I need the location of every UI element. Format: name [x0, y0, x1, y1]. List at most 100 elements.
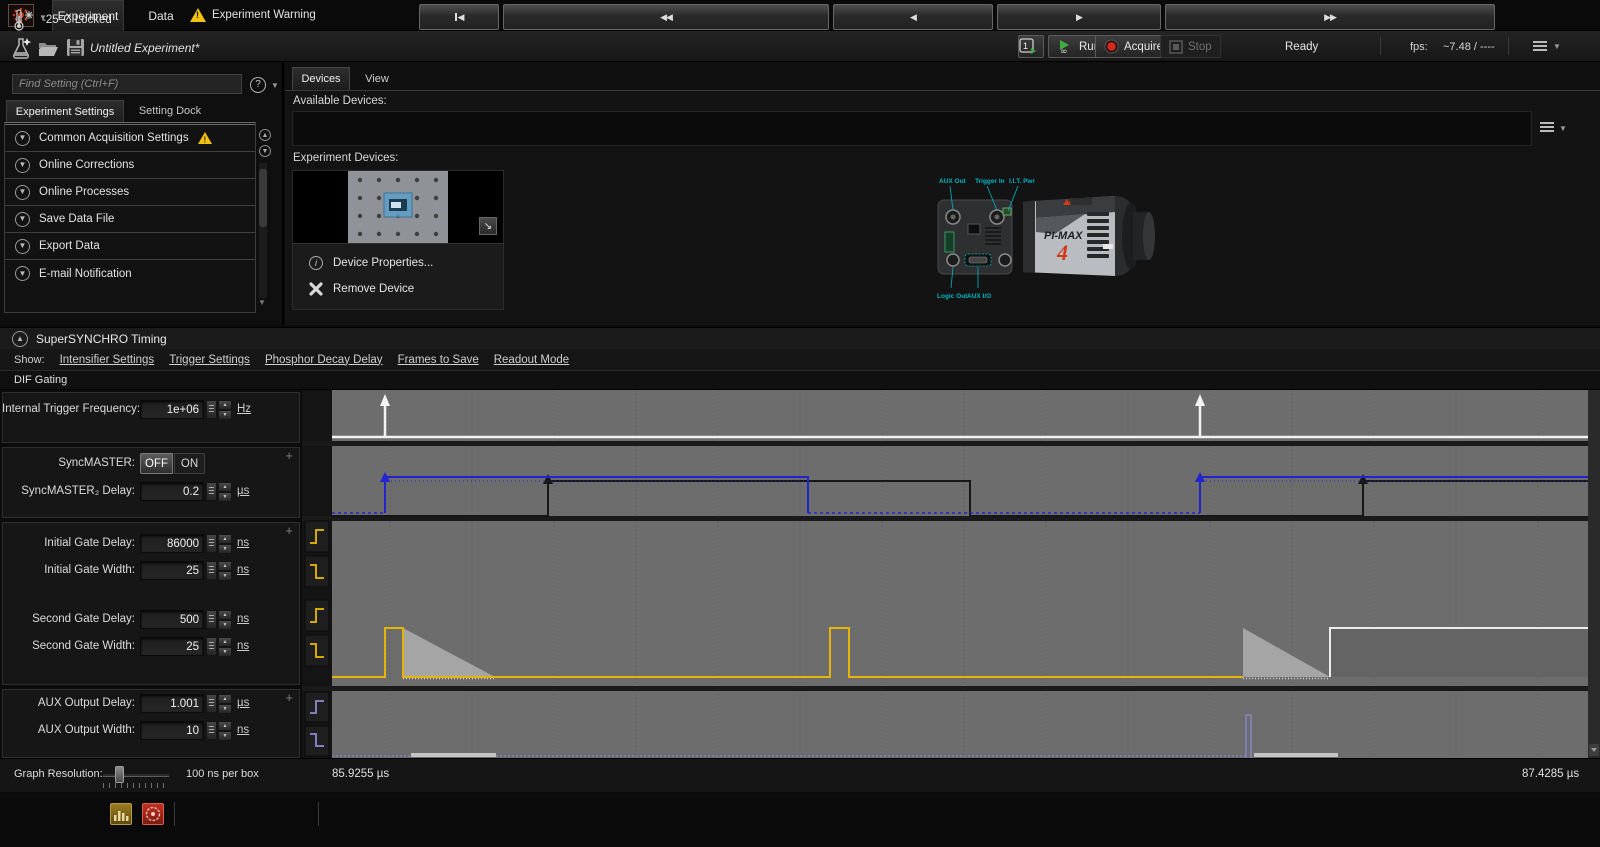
tab-view[interactable]: View [354, 67, 400, 90]
open-experiment-icon[interactable] [38, 40, 60, 57]
initial-gate-width-input[interactable] [140, 561, 204, 580]
slider-toggle-icon[interactable] [206, 637, 217, 656]
slider-toggle-icon[interactable] [206, 721, 217, 740]
link-phosphor-decay-delay[interactable]: Phosphor Decay Delay [265, 354, 383, 366]
search-input[interactable] [12, 74, 242, 94]
section-online-processes[interactable]: ▼ Online Processes [5, 179, 255, 206]
page-left-button[interactable]: ◀◀ [503, 4, 829, 30]
syncmaster2-delay-input[interactable] [140, 482, 204, 501]
slider-toggle-icon[interactable] [206, 482, 217, 501]
step-right-button[interactable]: ▶ [997, 4, 1161, 30]
spin-up-icon[interactable]: ▲ [218, 400, 232, 410]
tab-experiment-settings[interactable]: Experiment Settings [6, 100, 124, 122]
syncmaster-on-button[interactable]: ON [174, 453, 205, 474]
device-card[interactable]: ↘ i Device Properties... Remove Device [292, 170, 504, 310]
frequency-spinner[interactable]: ▲▼ [218, 400, 232, 419]
initial-gate-delay-unit-link[interactable]: ns [237, 537, 249, 549]
scroll-down-caret-icon[interactable]: ▼ [258, 298, 266, 307]
toolbar-menu-button[interactable] [1533, 41, 1547, 51]
spin-up-icon[interactable]: ▲ [218, 721, 232, 731]
timing-graph[interactable] [302, 390, 1600, 758]
section-export-data[interactable]: ▼ Export Data [5, 233, 255, 260]
aux-output-delay-unit-link[interactable]: µs [237, 697, 249, 709]
spin-down-icon[interactable]: ▼ [218, 492, 232, 502]
slider-toggle-icon[interactable] [206, 400, 217, 419]
initial-gate-delay-input[interactable] [140, 534, 204, 553]
aux-output-width-input[interactable] [140, 721, 204, 740]
expand-all-icon[interactable]: ▼ [259, 145, 271, 157]
section-common-acquisition-settings[interactable]: ▼ Common Acquisition Settings ! [5, 125, 255, 152]
page-right-button[interactable]: ▶▶ [1165, 4, 1495, 30]
resolution-slider-handle[interactable] [115, 766, 124, 783]
spin-down-icon[interactable]: ▼ [218, 647, 232, 657]
toolbar-menu-caret-icon[interactable]: ▼ [1553, 42, 1561, 51]
sidebar-scrollbar-thumb[interactable] [259, 169, 267, 227]
second-gate-delay-input[interactable] [140, 610, 204, 629]
link-trigger-settings[interactable]: Trigger Settings [169, 354, 250, 366]
tab-devices[interactable]: Devices [292, 67, 350, 90]
frequency-unit-link[interactable]: Hz [237, 403, 251, 415]
stop-button[interactable]: Stop [1160, 35, 1221, 58]
spin-down-icon[interactable]: ▼ [218, 704, 232, 714]
spin-up-icon[interactable]: ▲ [218, 561, 232, 571]
link-readout-mode[interactable]: Readout Mode [494, 354, 569, 366]
new-experiment-icon[interactable] [10, 36, 32, 60]
save-experiment-icon[interactable] [66, 38, 85, 57]
sidebar-scrollbar[interactable] [259, 163, 267, 298]
aux-output-delay-spinner[interactable]: ▲▼ [218, 694, 232, 713]
internal-trigger-frequency-input[interactable] [140, 400, 204, 419]
spin-down-icon[interactable]: ▼ [218, 571, 232, 581]
second-gate-width-spinner[interactable]: ▲▼ [218, 637, 232, 656]
experiment-warning-status[interactable]: Experiment Warning [190, 8, 316, 22]
link-frames-to-save[interactable]: Frames to Save [398, 354, 479, 366]
graph-right-scrollbar[interactable] [1588, 390, 1600, 758]
expand-device-icon[interactable]: ↘ [479, 217, 497, 235]
spin-up-icon[interactable]: ▲ [218, 637, 232, 647]
syncmaster-off-button[interactable]: OFF [140, 453, 173, 474]
spin-down-icon[interactable]: ▼ [218, 620, 232, 630]
second-gate-delay-spinner[interactable]: ▲▼ [218, 610, 232, 629]
slider-toggle-icon[interactable] [206, 610, 217, 629]
expand-panel-icon[interactable]: + [285, 451, 293, 461]
section-save-data-file[interactable]: ▼ Save Data File [5, 206, 255, 233]
slider-toggle-icon[interactable] [206, 534, 217, 553]
temperature-status[interactable]: -25°C Locked [12, 8, 112, 32]
aux-output-delay-input[interactable] [140, 694, 204, 713]
aux-output-width-unit-link[interactable]: ns [237, 724, 249, 736]
tab-data[interactable]: Data [134, 0, 188, 31]
available-devices-menu-button[interactable] [1540, 122, 1554, 132]
collapse-section-icon[interactable]: ▲ [12, 331, 28, 347]
step-left-button[interactable]: ◀ [833, 4, 993, 30]
timer-status-icon[interactable] [142, 803, 164, 825]
device-properties-item[interactable]: i Device Properties... [293, 250, 503, 276]
initial-gate-delay-spinner[interactable]: ▲▼ [218, 534, 232, 553]
aux-output-width-spinner[interactable]: ▲▼ [218, 721, 232, 740]
preview-button[interactable]: 1 [1018, 35, 1044, 58]
remove-device-item[interactable]: Remove Device [293, 276, 503, 302]
available-devices-list[interactable] [292, 111, 1532, 146]
link-intensifier-settings[interactable]: Intensifier Settings [60, 354, 155, 366]
expand-panel-icon[interactable]: + [285, 693, 293, 703]
scroll-to-start-button[interactable]: ◀ [419, 4, 499, 30]
help-caret-icon[interactable]: ▼ [271, 81, 279, 90]
expand-panel-icon[interactable]: + [285, 526, 293, 536]
initial-gate-width-unit-link[interactable]: ns [237, 564, 249, 576]
second-gate-delay-unit-link[interactable]: ns [237, 613, 249, 625]
resolution-slider-track[interactable] [103, 774, 169, 777]
slider-toggle-icon[interactable] [206, 694, 217, 713]
spin-up-icon[interactable]: ▲ [218, 610, 232, 620]
spin-up-icon[interactable]: ▲ [218, 534, 232, 544]
spin-up-icon[interactable]: ▲ [218, 694, 232, 704]
tab-setting-dock[interactable]: Setting Dock [127, 100, 213, 122]
syncmaster2-delay-spinner[interactable]: ▲▼ [218, 482, 232, 501]
syncmaster2-delay-unit-link[interactable]: µs [237, 485, 249, 497]
spin-down-icon[interactable]: ▼ [218, 410, 232, 420]
section-online-corrections[interactable]: ▼ Online Corrections [5, 152, 255, 179]
initial-gate-width-spinner[interactable]: ▲▼ [218, 561, 232, 580]
available-devices-menu-caret-icon[interactable]: ▼ [1559, 124, 1567, 133]
section-email-notification[interactable]: ▼ E-mail Notification [5, 260, 255, 287]
second-gate-width-unit-link[interactable]: ns [237, 640, 249, 652]
spin-down-icon[interactable]: ▼ [218, 544, 232, 554]
second-gate-width-input[interactable] [140, 637, 204, 656]
histogram-status-icon[interactable] [110, 803, 132, 825]
